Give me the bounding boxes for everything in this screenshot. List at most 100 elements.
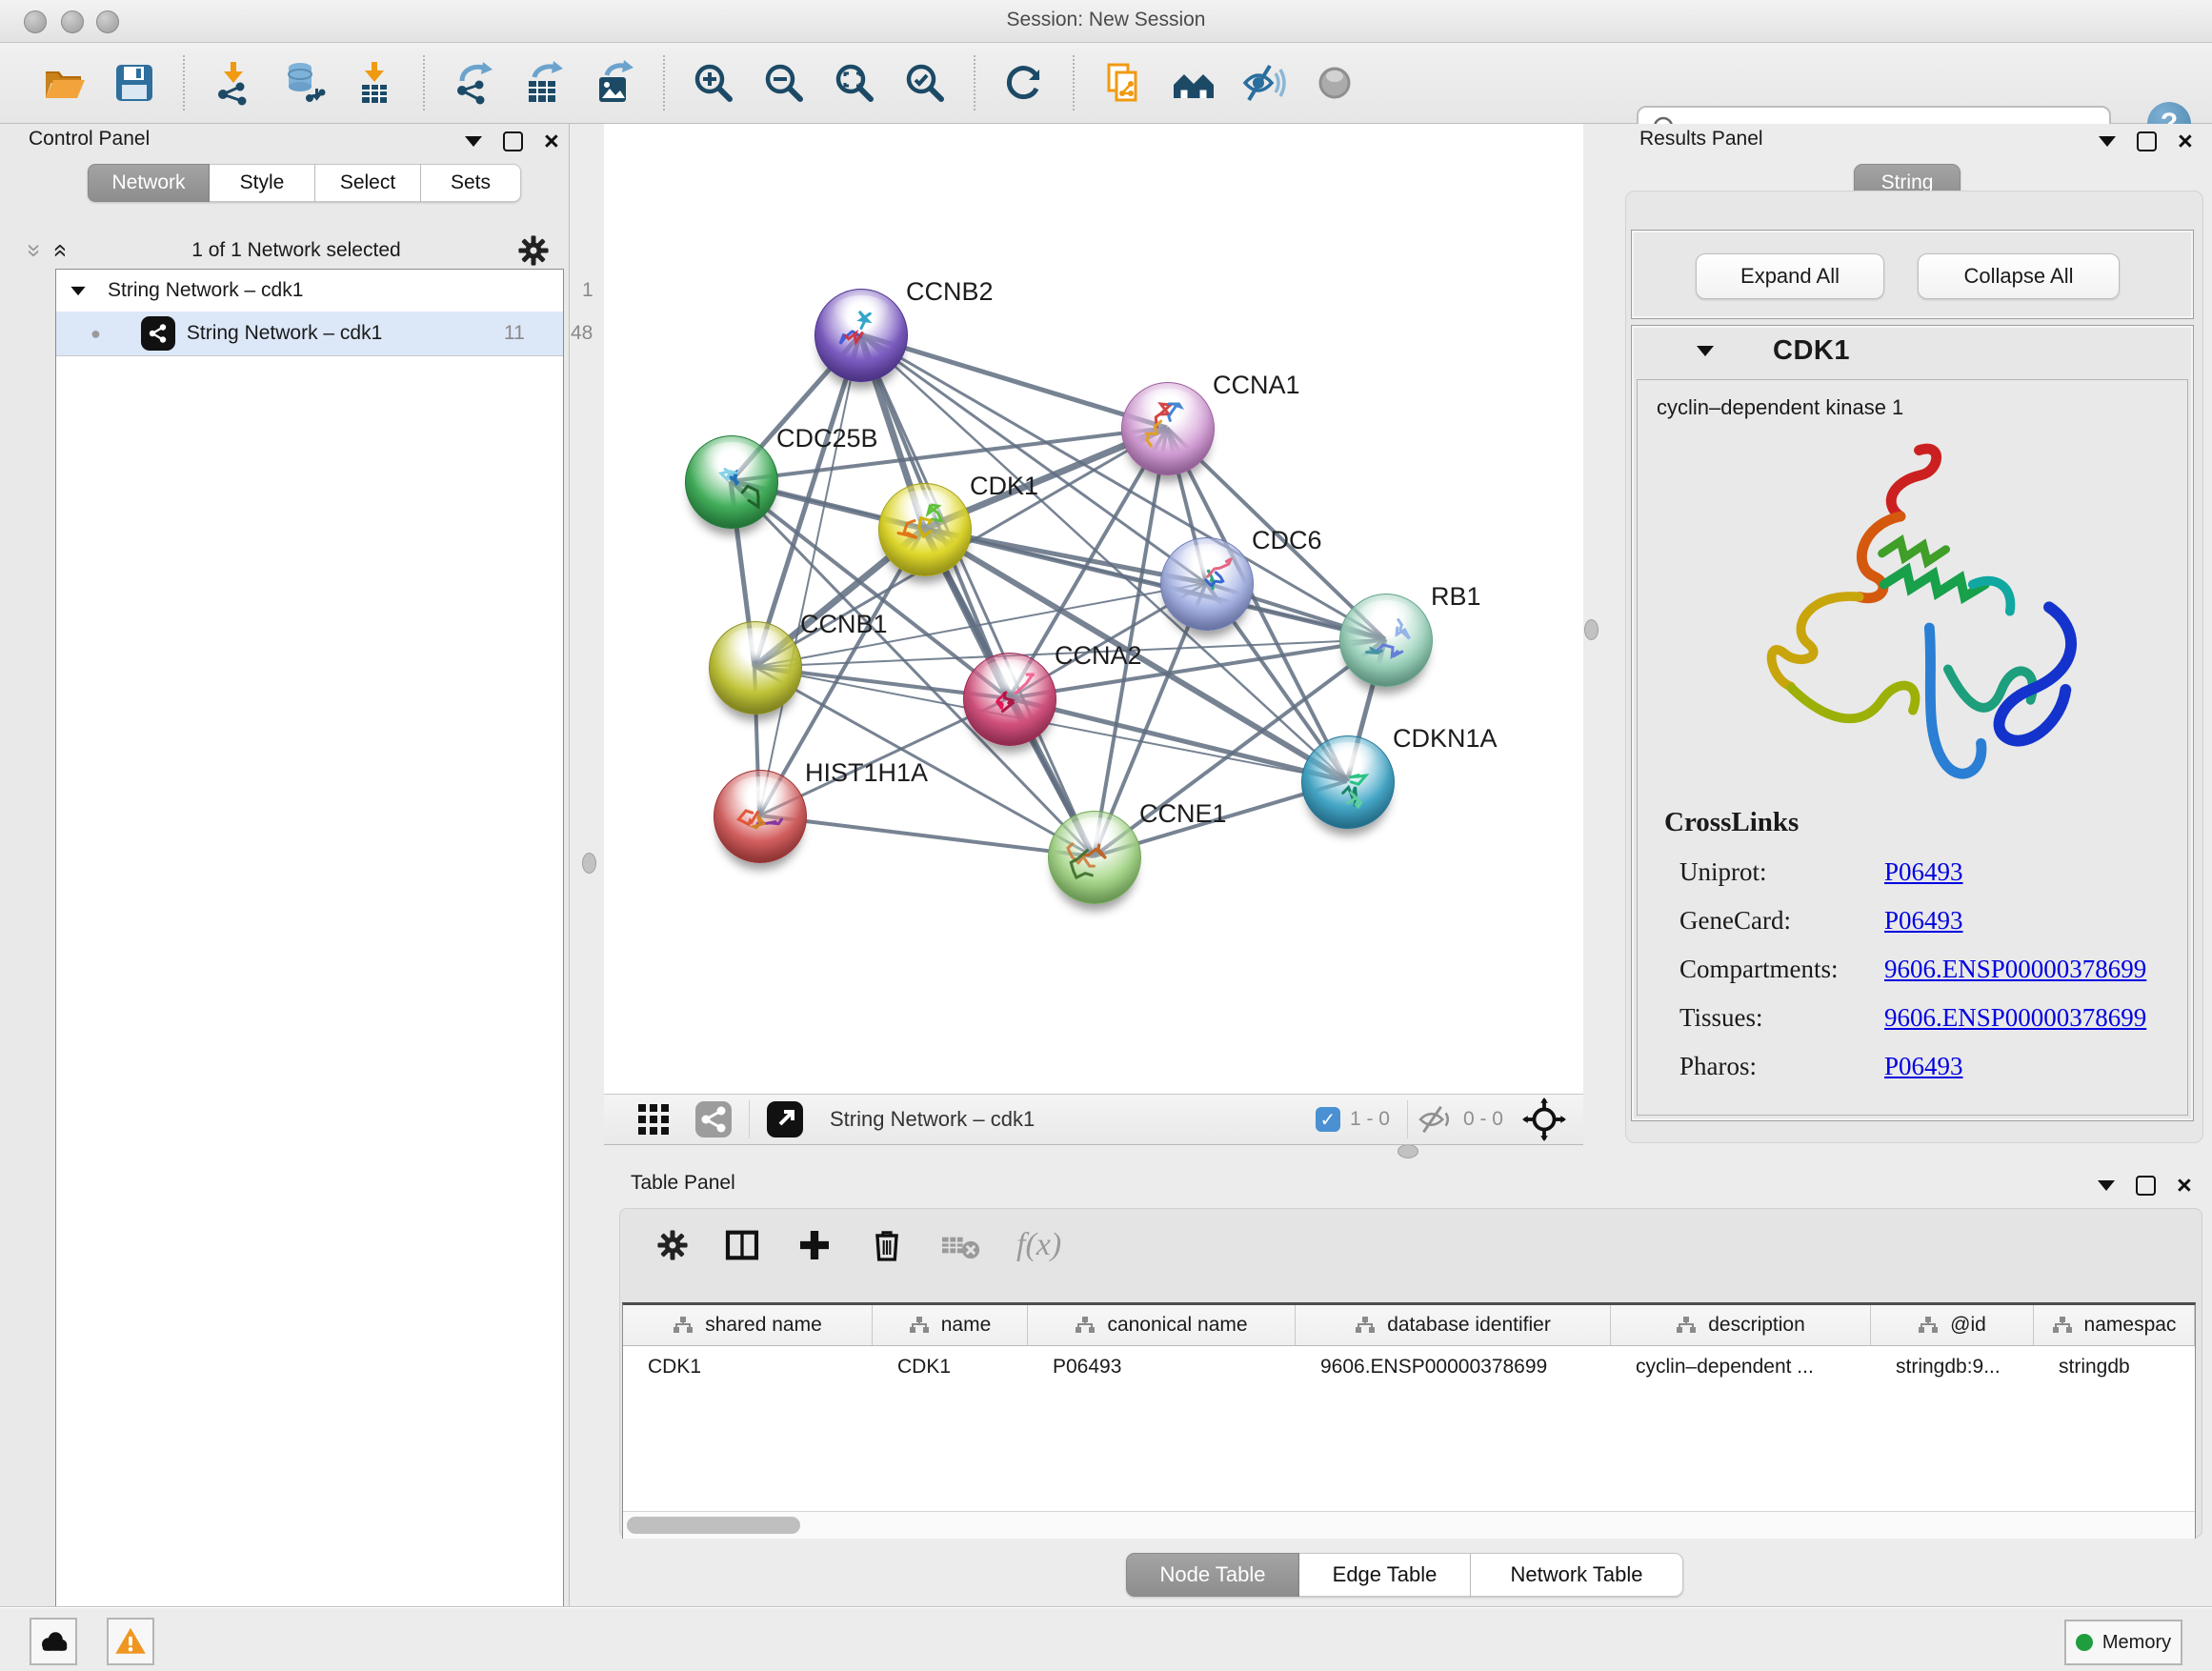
table-cell[interactable]: stringdb:9... <box>1871 1346 2034 1388</box>
network-collection-row[interactable]: String Network – cdk1 1 <box>56 270 563 312</box>
table-cell[interactable]: P06493 <box>1028 1346 1296 1388</box>
network-node-CDC6[interactable] <box>1160 537 1254 631</box>
crosslink-link[interactable]: P06493 <box>1884 848 1963 896</box>
tab-sets[interactable]: Sets <box>421 164 521 202</box>
delete-column-icon[interactable] <box>868 1226 906 1264</box>
network-node-label: CDC25B <box>776 424 878 453</box>
collapse-all-networks-icon[interactable]: » <box>50 244 69 257</box>
import-network-icon[interactable] <box>209 58 258 108</box>
column-header[interactable]: @id <box>1871 1305 2034 1345</box>
column-header[interactable]: name <box>873 1305 1028 1345</box>
zoom-in-icon[interactable] <box>689 58 738 108</box>
network-view-icon[interactable] <box>694 1099 734 1139</box>
network-node-CCNB1[interactable] <box>709 621 802 715</box>
tab-select[interactable]: Select <box>315 164 421 202</box>
zoom-out-icon[interactable] <box>759 58 809 108</box>
tab-node-table[interactable]: Node Table <box>1126 1553 1299 1597</box>
memory-button[interactable]: Memory <box>2064 1620 2182 1665</box>
collapse-table-icon[interactable] <box>2098 1180 2115 1191</box>
table-cell[interactable]: 9606.ENSP00000378699 <box>1296 1346 1611 1388</box>
expand-all-button[interactable]: Expand All <box>1696 253 1884 299</box>
network-options-gear-icon[interactable] <box>517 234 550 267</box>
export-network-icon[interactable] <box>449 58 498 108</box>
zoom-selected-icon[interactable] <box>900 58 950 108</box>
collapse-all-button[interactable]: Collapse All <box>1918 253 2120 299</box>
network-node-CDK1[interactable] <box>878 483 972 576</box>
show-all-icon[interactable] <box>1310 58 1359 108</box>
show-columns-icon[interactable] <box>723 1226 761 1264</box>
network-canvas[interactable]: CCNB2CCNA1CDC25BCDK1CDC6RB1CCNB1CCNA2CDK… <box>604 124 1583 1094</box>
export-table-icon[interactable] <box>519 58 569 108</box>
export-image-icon[interactable] <box>590 58 639 108</box>
network-node-HIST1H1A[interactable] <box>714 770 807 863</box>
table-cell[interactable]: CDK1 <box>873 1346 1028 1388</box>
network-node-RB1[interactable] <box>1339 594 1433 687</box>
crosslink-link[interactable]: 9606.ENSP00000378699 <box>1884 945 2146 994</box>
network-node-CCNE1[interactable] <box>1048 811 1141 904</box>
table-cell[interactable]: cyclin–dependent ... <box>1611 1346 1871 1388</box>
column-header[interactable]: description <box>1611 1305 1871 1345</box>
network-row-selected[interactable]: ● String Network – cdk1 11 48 <box>56 312 563 356</box>
hidden-eye-icon[interactable] <box>1416 1100 1454 1138</box>
selected-checkbox-icon[interactable]: ✓ <box>1316 1107 1340 1132</box>
table-row[interactable]: CDK1CDK1P064939606.ENSP00000378699cyclin… <box>623 1346 2195 1389</box>
open-in-window-icon[interactable] <box>765 1099 805 1139</box>
collapse-results-icon[interactable] <box>2099 136 2116 147</box>
tab-network-table[interactable]: Network Table <box>1471 1553 1683 1597</box>
close-results-icon[interactable]: × <box>2178 133 2193 150</box>
grid-view-icon[interactable] <box>634 1100 673 1138</box>
refresh-icon[interactable] <box>999 58 1049 108</box>
left-splitter-handle[interactable] <box>582 853 596 874</box>
houses-icon[interactable] <box>1169 58 1218 108</box>
column-header[interactable]: namespac <box>2034 1305 2195 1345</box>
table-hscrollbar[interactable] <box>623 1511 2195 1539</box>
network-node-CCNB2[interactable] <box>814 289 908 382</box>
clone-network-icon[interactable] <box>1098 58 1148 108</box>
table-cell[interactable]: stringdb <box>2034 1346 2195 1388</box>
add-column-icon[interactable] <box>795 1226 834 1264</box>
function-builder-icon[interactable]: f(x) <box>1016 1227 1061 1263</box>
close-table-icon[interactable]: × <box>2177 1178 2192 1194</box>
network-node-CDC25B[interactable] <box>685 435 778 529</box>
float-table-icon[interactable] <box>2136 1176 2156 1196</box>
table-options-gear-icon[interactable] <box>656 1229 689 1261</box>
right-splitter-handle[interactable] <box>1584 619 1599 640</box>
column-header[interactable]: shared name <box>623 1305 873 1345</box>
network-node-CCNA1[interactable] <box>1121 382 1215 475</box>
table-cell[interactable]: CDK1 <box>623 1346 873 1388</box>
tree-expand-icon[interactable] <box>70 286 85 294</box>
import-database-icon[interactable] <box>279 58 329 108</box>
tab-edge-table[interactable]: Edge Table <box>1299 1553 1471 1597</box>
cloud-button[interactable] <box>30 1618 77 1665</box>
network-node-label: CCNB1 <box>800 610 888 639</box>
import-table-icon[interactable] <box>350 58 399 108</box>
column-header[interactable]: database identifier <box>1296 1305 1611 1345</box>
zoom-fit-icon[interactable] <box>830 58 879 108</box>
hide-selected-icon[interactable] <box>1239 58 1289 108</box>
network-node-CDKN1A[interactable] <box>1301 735 1395 829</box>
float-results-icon[interactable] <box>2137 131 2157 151</box>
float-panel-icon[interactable] <box>503 131 523 151</box>
crosslink-link[interactable]: P06493 <box>1884 1042 1963 1091</box>
open-session-icon[interactable] <box>39 58 89 108</box>
crosslink-link[interactable]: P06493 <box>1884 896 1963 945</box>
warning-button[interactable] <box>107 1618 154 1665</box>
column-header[interactable]: canonical name <box>1028 1305 1296 1345</box>
table-body-empty[interactable] <box>623 1389 2195 1511</box>
collapse-panel-icon[interactable] <box>465 136 482 147</box>
birdseye-toggle-icon[interactable] <box>1522 1097 1566 1141</box>
network-node-label: CCNE1 <box>1139 799 1227 829</box>
bottom-splitter-handle[interactable] <box>1398 1144 1418 1158</box>
table-panel-title: Table Panel <box>631 1172 735 1195</box>
table-hscrollbar-thumb[interactable] <box>627 1517 800 1534</box>
close-panel-icon[interactable]: × <box>544 133 559 150</box>
tab-style[interactable]: Style <box>210 164 315 202</box>
network-node-CCNA2[interactable] <box>963 653 1056 746</box>
gene-collapse-icon[interactable] <box>1697 346 1714 356</box>
crosslink-link[interactable]: 9606.ENSP00000378699 <box>1884 994 2146 1042</box>
delete-table-icon[interactable] <box>940 1226 982 1264</box>
save-session-icon[interactable] <box>110 58 159 108</box>
tab-network[interactable]: Network <box>88 164 210 202</box>
gene-header[interactable]: CDK1 <box>1632 326 2193 375</box>
expand-all-networks-icon[interactable]: » <box>26 244 45 257</box>
